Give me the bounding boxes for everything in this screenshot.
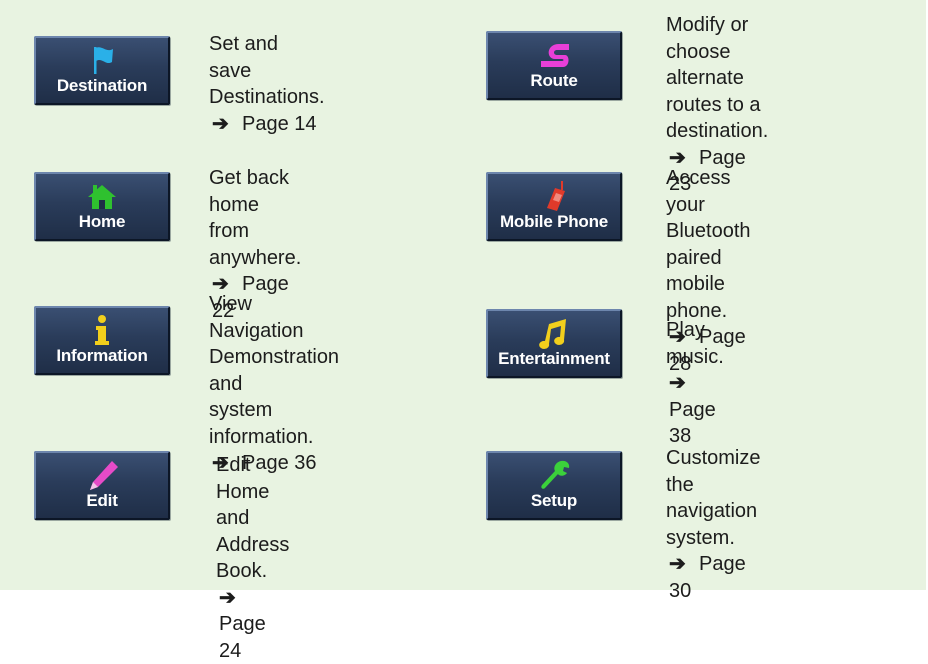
music-note-icon xyxy=(537,317,571,349)
arrow-icon: ➔ xyxy=(212,111,242,138)
house-icon xyxy=(85,180,119,212)
pencil-icon xyxy=(85,459,119,491)
mobile-phone-button[interactable]: Mobile Phone xyxy=(486,172,622,241)
home-button[interactable]: Home xyxy=(34,172,170,241)
page-reference[interactable]: ➔Page 24 xyxy=(216,585,289,664)
setup-button[interactable]: Setup xyxy=(486,451,622,520)
information-button[interactable]: Information xyxy=(34,306,170,375)
arrow-icon: ➔ xyxy=(669,370,699,397)
description: Edit Home and Address Book. ➔Page 24 xyxy=(216,452,289,664)
button-label: Mobile Phone xyxy=(488,212,620,231)
arrow-icon: ➔ xyxy=(669,551,699,578)
arrow-icon: ➔ xyxy=(219,585,249,612)
button-label: Home xyxy=(36,212,168,231)
button-label: Edit xyxy=(36,491,168,510)
route-icon xyxy=(537,39,571,71)
entertainment-button[interactable]: Entertainment xyxy=(486,309,622,378)
phone-icon xyxy=(537,180,571,212)
button-label: Entertainment xyxy=(488,349,620,368)
page-reference[interactable]: ➔Page 14 xyxy=(209,111,325,138)
button-label: Setup xyxy=(488,491,620,510)
description: Customize the navigation system. ➔Page 3… xyxy=(666,445,760,604)
description: Play music. ➔Page 38 xyxy=(666,317,724,450)
page-reference[interactable]: ➔Page 30 xyxy=(666,551,760,604)
destination-button[interactable]: Destination xyxy=(34,36,170,105)
button-label: Destination xyxy=(36,76,168,95)
flag-icon xyxy=(85,44,119,76)
menu-panel: Destination Set and save Destinations. ➔… xyxy=(0,0,926,590)
description: Set and save Destinations. ➔Page 14 xyxy=(209,31,325,137)
description: View Navigation Demonstration and system… xyxy=(209,291,339,477)
page-reference[interactable]: ➔Page 38 xyxy=(666,370,724,450)
button-label: Route xyxy=(488,71,620,90)
wrench-icon xyxy=(537,459,571,491)
info-icon xyxy=(85,314,119,346)
edit-button[interactable]: Edit xyxy=(34,451,170,520)
button-label: Information xyxy=(36,346,168,365)
route-button[interactable]: Route xyxy=(486,31,622,100)
